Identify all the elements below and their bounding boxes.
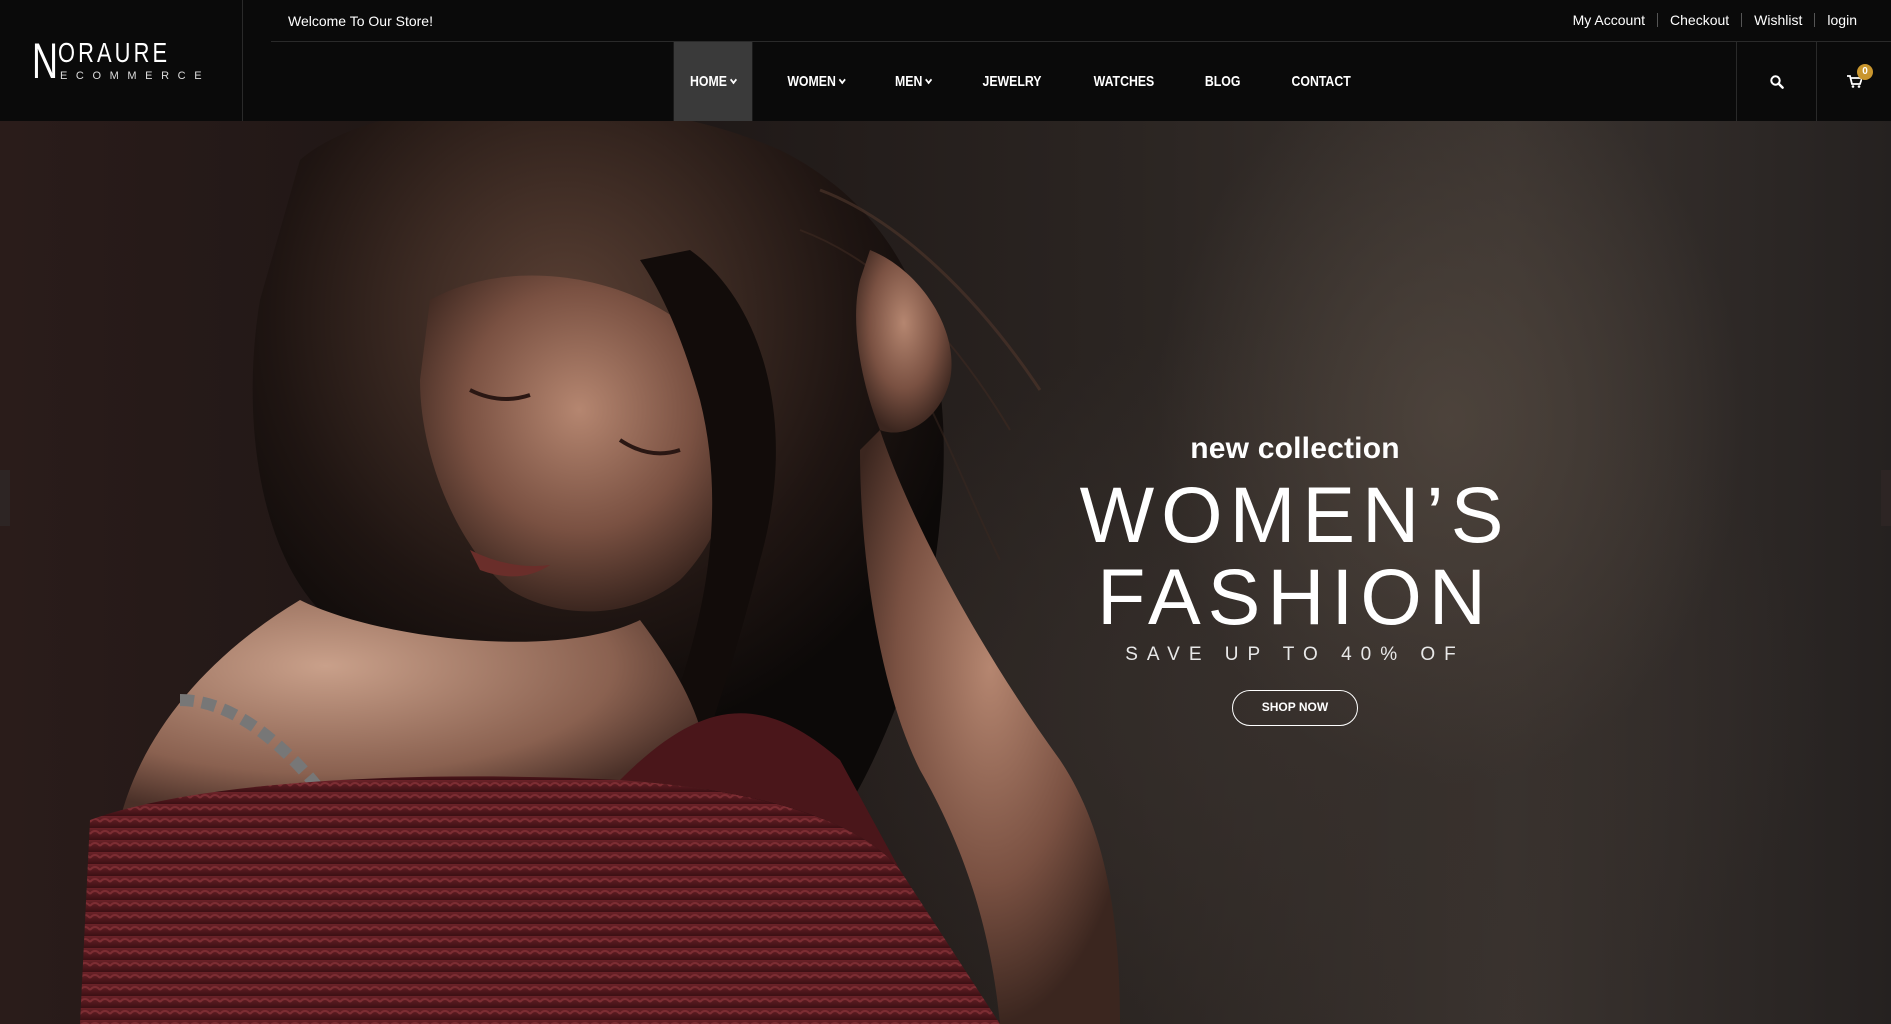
top-bar: Welcome To Our Store! My Account Checkou…	[271, 0, 1891, 42]
nav-item-label: WOMEN	[787, 73, 836, 90]
slider-prev-handle[interactable]	[0, 470, 10, 526]
logo-initial: N	[32, 33, 58, 89]
nav-item-jewelry[interactable]: JEWELRY	[966, 42, 1058, 121]
my-account-link[interactable]: My Account	[1561, 13, 1657, 27]
nav-item-home[interactable]: HOME	[673, 42, 753, 121]
cart-count-badge: 0	[1857, 64, 1873, 80]
nav-item-label: JEWELRY	[981, 73, 1041, 90]
search-icon	[1769, 74, 1784, 89]
nav-item-label: BLOG	[1205, 73, 1241, 90]
logo-box: N ORAURE ECOMMERCE	[0, 0, 243, 121]
hero-kicker: new collection	[1190, 432, 1400, 465]
hero-copy: new collection WOMEN’S FASHION SAVE UP T…	[880, 432, 1710, 726]
chevron-down-icon	[838, 75, 846, 84]
search-button[interactable]	[1736, 42, 1816, 121]
main-nav: HOME WOMEN MEN JEWELRY WATCHES BLOG CONT…	[665, 42, 1377, 121]
nav-item-blog[interactable]: BLOG	[1189, 42, 1257, 121]
nav-item-men[interactable]: MEN	[879, 42, 948, 121]
logo-name: ORAURE	[58, 37, 171, 68]
nav-item-watches[interactable]: WATCHES	[1078, 42, 1171, 121]
nav-item-contact[interactable]: CONTACT	[1275, 42, 1367, 121]
chevron-down-icon	[925, 75, 933, 84]
nav-item-women[interactable]: WOMEN	[771, 42, 861, 121]
nav-item-label: WATCHES	[1094, 73, 1155, 90]
shop-now-button[interactable]: SHOP NOW	[1232, 690, 1358, 726]
nav-item-label: HOME	[690, 73, 727, 90]
hero-headline: WOMEN’S FASHION	[1079, 470, 1511, 641]
slider-next-handle[interactable]	[1881, 470, 1891, 526]
welcome-message: Welcome To Our Store!	[288, 13, 433, 29]
account-links: My Account Checkout Wishlist login	[1561, 13, 1869, 27]
checkout-link[interactable]: Checkout	[1657, 13, 1741, 27]
cart-button[interactable]: 0	[1816, 42, 1891, 121]
nav-item-label: CONTACT	[1291, 73, 1351, 90]
hero-subline: SAVE UP TO 40% OF	[1125, 644, 1465, 665]
nav-item-label: MEN	[895, 73, 923, 90]
site-header: N ORAURE ECOMMERCE Welcome To Our Store!…	[0, 0, 1891, 121]
logo-tagline: ECOMMERCE	[60, 70, 211, 82]
hero-banner: new collection WOMEN’S FASHION SAVE UP T…	[0, 0, 1891, 1024]
logo[interactable]: N ORAURE ECOMMERCE	[32, 33, 202, 89]
wishlist-link[interactable]: Wishlist	[1741, 13, 1814, 27]
login-link[interactable]: login	[1814, 13, 1869, 27]
chevron-down-icon	[730, 75, 737, 84]
